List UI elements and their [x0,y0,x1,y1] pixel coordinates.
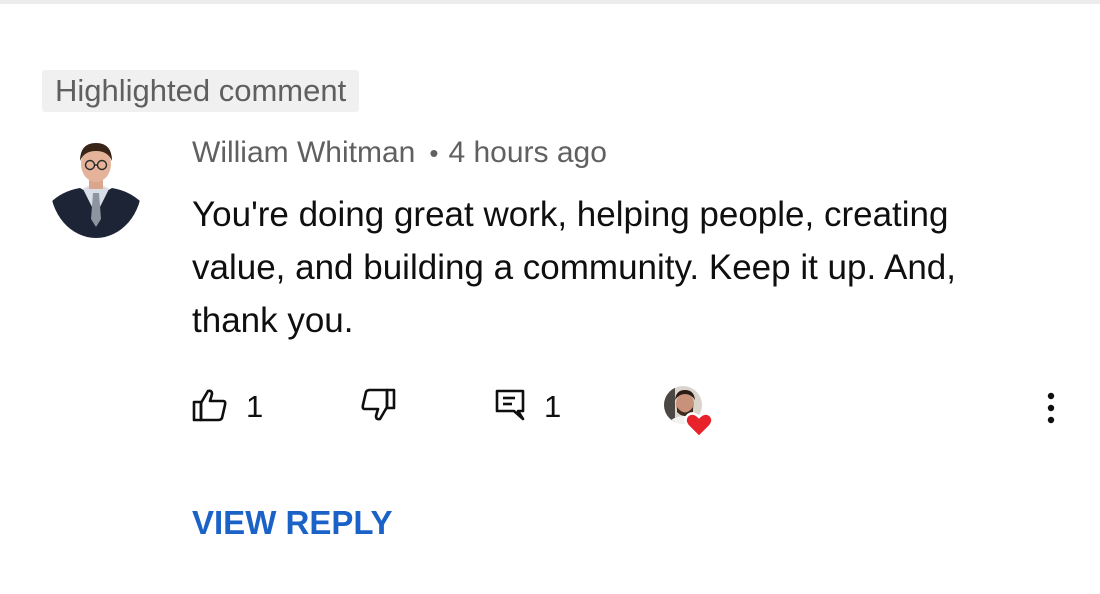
heart-icon [684,412,714,439]
like-button[interactable]: 1 [192,383,263,431]
comment-timestamp[interactable]: 4 hours ago [448,136,606,169]
like-count: 1 [246,389,264,424]
more-vertical-icon [1036,392,1066,432]
reply-count: 1 [544,389,562,424]
more-options-button[interactable] [1036,388,1066,428]
reply-button[interactable]: 1 [494,383,561,431]
creator-heart-badge [663,384,717,440]
thumbs-down-icon [360,388,396,427]
dislike-button[interactable] [360,383,396,431]
thumbs-up-icon [192,388,228,427]
author-avatar[interactable] [50,131,142,238]
view-reply-button[interactable]: VIEW REPLY [192,503,393,543]
top-divider [0,0,1100,4]
comment-icon [494,388,526,427]
highlighted-comment-badge: Highlighted comment [42,70,360,112]
author-name[interactable]: William Whitman [192,136,415,169]
meta-separator: • [429,138,439,168]
comment-text: You're doing great work, helping people,… [192,195,957,340]
comment-meta: William Whitman • 4 hours ago [192,134,607,172]
